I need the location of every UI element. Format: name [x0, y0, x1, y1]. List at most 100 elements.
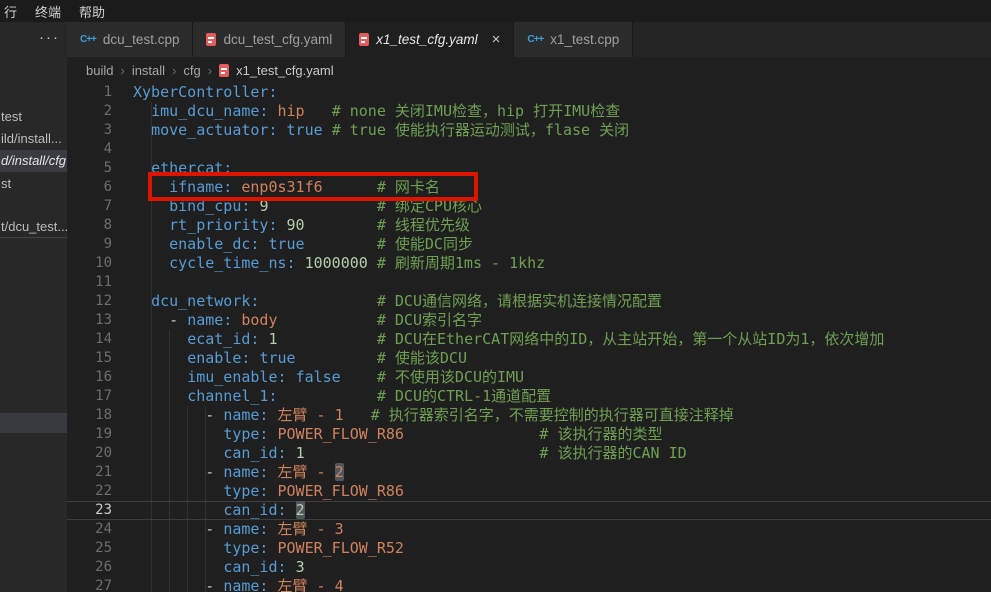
- code-line[interactable]: 8 rt_priority: 90 # 线程优先级: [67, 216, 991, 235]
- menu-item[interactable]: 终端: [26, 2, 70, 21]
- code-token: [133, 216, 169, 234]
- code-token: [133, 558, 223, 576]
- close-icon[interactable]: ×: [492, 32, 501, 47]
- code-token: move_actuator:: [151, 121, 277, 139]
- code-line[interactable]: 27 - name: 左臂 - 4: [67, 577, 991, 592]
- code-line[interactable]: 10 cycle_time_ns: 1000000 # 刷新周期1ms - 1k…: [67, 254, 991, 273]
- code-line[interactable]: 22 type: POWER_FLOW_R86: [67, 482, 991, 501]
- code-token: rt_priority:: [169, 216, 277, 234]
- code-token: -: [205, 406, 223, 424]
- more-actions-icon[interactable]: ···: [39, 30, 60, 45]
- tab-dcu_test.cpp[interactable]: C++dcu_test.cpp: [67, 22, 193, 57]
- code-line-content: imu_dcu_name: hip # none 关闭IMU检查，hip 打开I…: [133, 102, 991, 121]
- breadcrumb-item[interactable]: build: [86, 63, 113, 78]
- sidebar-selected-empty-row[interactable]: [0, 413, 67, 433]
- code-line[interactable]: 18 - name: 左臂 - 1 # 执行器索引名字，不需要控制的执行器可直接…: [67, 406, 991, 425]
- code-token: # DCU在EtherCAT网络中的ID，从主站开始，第一个从站ID为1，依次增…: [377, 330, 885, 348]
- code-line-content: enable: true # 使能该DCU: [133, 349, 991, 368]
- code-line[interactable]: 20 can_id: 1 # 该执行器的CAN ID: [67, 444, 991, 463]
- code-line[interactable]: 26 can_id: 3: [67, 558, 991, 577]
- code-token: [133, 330, 187, 348]
- line-number: 18: [67, 406, 133, 425]
- code-token: [133, 577, 205, 592]
- code-token: 2: [296, 501, 305, 519]
- code-line-content: imu_enable: false # 不使用该DCU的IMU: [133, 368, 991, 387]
- code-token: body: [241, 311, 277, 329]
- code-line-content: move_actuator: true # true 使能执行器运动测试，fla…: [133, 121, 991, 140]
- code-token: can_id:: [223, 501, 286, 519]
- code-line[interactable]: 11: [67, 273, 991, 292]
- code-token: [133, 349, 187, 367]
- tab-dcu_test_cfg.yaml[interactable]: dcu_test_cfg.yaml: [193, 22, 346, 57]
- code-line[interactable]: 3 move_actuator: true # true 使能执行器运动测试，f…: [67, 121, 991, 140]
- code-token: [133, 387, 187, 405]
- code-line-content: type: POWER_FLOW_R52: [133, 539, 991, 558]
- code-token: # 线程优先级: [377, 216, 470, 234]
- code-token: 1: [296, 444, 305, 462]
- sidebar-item[interactable]: ild/install...: [0, 128, 67, 150]
- code-token: [133, 235, 169, 253]
- code-token: [305, 444, 540, 462]
- code-token: enable:: [187, 349, 250, 367]
- code-line[interactable]: 25 type: POWER_FLOW_R52: [67, 539, 991, 558]
- code-token: 左臂 - 4: [278, 577, 344, 592]
- code-token: name:: [223, 406, 268, 424]
- code-line[interactable]: 1XyberController:: [67, 83, 991, 102]
- code-token: type:: [223, 539, 268, 557]
- sidebar-item[interactable]: test: [0, 106, 67, 128]
- code-token: [268, 482, 277, 500]
- code-line[interactable]: 21 - name: 左臂 - 2: [67, 463, 991, 482]
- line-number: 26: [67, 558, 133, 577]
- code-token: [133, 501, 223, 519]
- sidebar-item[interactable]: d/install/cfg: [0, 150, 67, 172]
- code-token: [133, 121, 151, 139]
- tab-x1_test_cfg.yaml[interactable]: x1_test_cfg.yaml×: [346, 22, 514, 57]
- breadcrumb-file[interactable]: x1_test_cfg.yaml: [236, 63, 334, 78]
- sidebar-item[interactable]: t/dcu_test...: [0, 216, 67, 238]
- tab-x1_test.cpp[interactable]: C++x1_test.cpp: [514, 22, 633, 57]
- line-number: 27: [67, 577, 133, 592]
- code-token: # none 关闭IMU检查，hip 打开IMU检查: [332, 102, 621, 120]
- code-line[interactable]: 15 enable: true # 使能该DCU: [67, 349, 991, 368]
- code-line[interactable]: 2 imu_dcu_name: hip # none 关闭IMU检查，hip 打…: [67, 102, 991, 121]
- menu-bar: 行终端帮助: [0, 0, 991, 22]
- code-token: [133, 406, 205, 424]
- code-line-content: - name: body # DCU索引名字: [133, 311, 991, 330]
- sidebar: ··· testild/install...d/install/cfgst t/d…: [0, 22, 68, 592]
- code-token: XyberController:: [133, 83, 278, 101]
- code-line[interactable]: 9 enable_dc: true # 使能DC同步: [67, 235, 991, 254]
- code-token: name:: [187, 311, 232, 329]
- code-line[interactable]: 14 ecat_id: 1 # DCU在EtherCAT网络中的ID，从主站开始…: [67, 330, 991, 349]
- code-line[interactable]: 17 channel_1: # DCU的CTRL-1通道配置: [67, 387, 991, 406]
- code-token: cycle_time_ns:: [169, 254, 295, 272]
- menu-item[interactable]: 帮助: [70, 2, 114, 21]
- code-token: 1: [268, 330, 277, 348]
- code-line[interactable]: 23 can_id: 2: [67, 501, 991, 520]
- chevron-right-icon: ›: [172, 63, 176, 78]
- code-token: [268, 520, 277, 538]
- code-line[interactable]: 24 - name: 左臂 - 3: [67, 520, 991, 539]
- menu-item[interactable]: 行: [3, 2, 26, 21]
- code-token: # 不使用该DCU的IMU: [377, 368, 524, 386]
- code-token: [278, 330, 377, 348]
- code-line-content: type: POWER_FLOW_R86: [133, 482, 991, 501]
- sidebar-item[interactable]: st: [0, 173, 67, 195]
- code-token: # 该执行器的CAN ID: [539, 444, 686, 462]
- tab-label: dcu_test_cfg.yaml: [223, 32, 332, 47]
- code-token: # 刷新周期1ms - 1khz: [377, 254, 545, 272]
- line-number: 23: [67, 501, 133, 520]
- code-token: name:: [223, 520, 268, 538]
- code-line[interactable]: 4: [67, 140, 991, 159]
- code-line[interactable]: 12 dcu_network: # DCU通信网络，请根据实机连接情况配置: [67, 292, 991, 311]
- code-token: [268, 425, 277, 443]
- code-line[interactable]: 13 - name: body # DCU索引名字: [67, 311, 991, 330]
- code-line[interactable]: 19 type: POWER_FLOW_R86 # 该执行器的类型: [67, 425, 991, 444]
- breadcrumb-item[interactable]: cfg: [183, 63, 200, 78]
- code-token: [287, 558, 296, 576]
- line-number: 19: [67, 425, 133, 444]
- code-line[interactable]: 16 imu_enable: false # 不使用该DCU的IMU: [67, 368, 991, 387]
- code-token: can_id:: [223, 444, 286, 462]
- code-area[interactable]: 1XyberController:2 imu_dcu_name: hip # n…: [67, 83, 991, 592]
- code-token: true: [268, 235, 304, 253]
- breadcrumb-item[interactable]: install: [132, 63, 165, 78]
